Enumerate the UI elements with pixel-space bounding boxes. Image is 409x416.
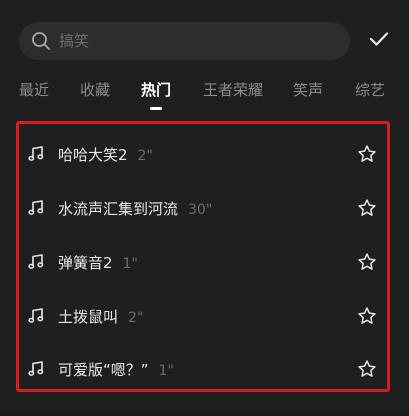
list-item[interactable]: 水流声汇集到河流 30": [19, 181, 387, 235]
sound-title: 可爱版“嗯？” 1": [58, 359, 174, 380]
sound-picker-panel: 最近 收藏 热门 王者荣耀 笑声 综艺 哈哈大笑: [0, 0, 409, 416]
music-note-icon: [27, 199, 45, 217]
music-note-icon: [27, 360, 45, 378]
search-icon: [31, 31, 51, 51]
active-tab-indicator: [150, 107, 162, 110]
favorite-button[interactable]: [356, 197, 378, 219]
star-outline-icon: [358, 199, 376, 216]
tab-variety[interactable]: 综艺: [355, 76, 385, 110]
tab-favorites[interactable]: 收藏: [80, 76, 110, 110]
list-item[interactable]: 可爱版“嗯？” 1": [19, 342, 387, 396]
tab-honor-of-kings[interactable]: 王者荣耀: [203, 76, 263, 110]
list-item[interactable]: 弹簧音2 1": [19, 235, 387, 289]
tab-label: 王者荣耀: [203, 81, 264, 99]
tab-recent[interactable]: 最近: [19, 76, 49, 110]
star-outline-icon: [358, 253, 376, 270]
confirm-button[interactable]: [364, 26, 394, 56]
tab-label: 笑声: [293, 81, 324, 99]
sound-name: 哈哈大笑2: [58, 145, 128, 164]
star-outline-icon: [358, 360, 376, 377]
music-note-icon: [27, 145, 45, 163]
search-input[interactable]: [57, 31, 321, 51]
sound-name: 可爱版“嗯？”: [58, 360, 149, 379]
music-note-icon: [27, 253, 45, 271]
favorite-button[interactable]: [356, 358, 378, 380]
sound-name: 弹簧音2: [58, 253, 113, 272]
bottom-divider: [0, 410, 409, 416]
sound-duration: 2": [137, 147, 153, 164]
list-item[interactable]: 哈哈大笑2 2": [19, 127, 387, 181]
list-item[interactable]: 土拨鼠叫 2": [19, 289, 387, 343]
tab-laughter[interactable]: 笑声: [293, 76, 323, 110]
tab-label: 收藏: [80, 81, 111, 99]
tab-popular[interactable]: 热门: [141, 76, 171, 110]
sound-name: 土拨鼠叫: [58, 307, 119, 326]
sound-duration: 30": [188, 201, 213, 218]
star-outline-icon: [358, 145, 376, 162]
favorite-button[interactable]: [356, 251, 378, 273]
sound-title: 哈哈大笑2 2": [58, 144, 153, 165]
category-tabs: 最近 收藏 热门 王者荣耀 笑声 综艺: [0, 76, 409, 110]
sound-duration: 1": [158, 362, 174, 379]
tab-label: 热门: [141, 81, 172, 99]
sound-title: 水流声汇集到河流 30": [58, 198, 212, 219]
check-icon: [369, 31, 389, 51]
favorite-button[interactable]: [356, 305, 378, 327]
sound-title: 土拨鼠叫 2": [58, 306, 143, 327]
sound-name: 水流声汇集到河流: [58, 199, 179, 218]
tab-label: 综艺: [355, 81, 386, 99]
sound-duration: 1": [122, 255, 138, 272]
star-outline-icon: [358, 307, 376, 324]
search-bar: [0, 0, 409, 80]
sound-list: 哈哈大笑2 2" 水流声汇集到河流 30" 弹簧音2 1" 土拨鼠叫 2" 可爱…: [16, 121, 390, 392]
tab-label: 最近: [19, 81, 50, 99]
music-note-icon: [27, 307, 45, 325]
sound-title: 弹簧音2 1": [58, 252, 138, 273]
sound-duration: 2": [128, 309, 144, 326]
favorite-button[interactable]: [356, 143, 378, 165]
search-field[interactable]: [19, 22, 350, 60]
